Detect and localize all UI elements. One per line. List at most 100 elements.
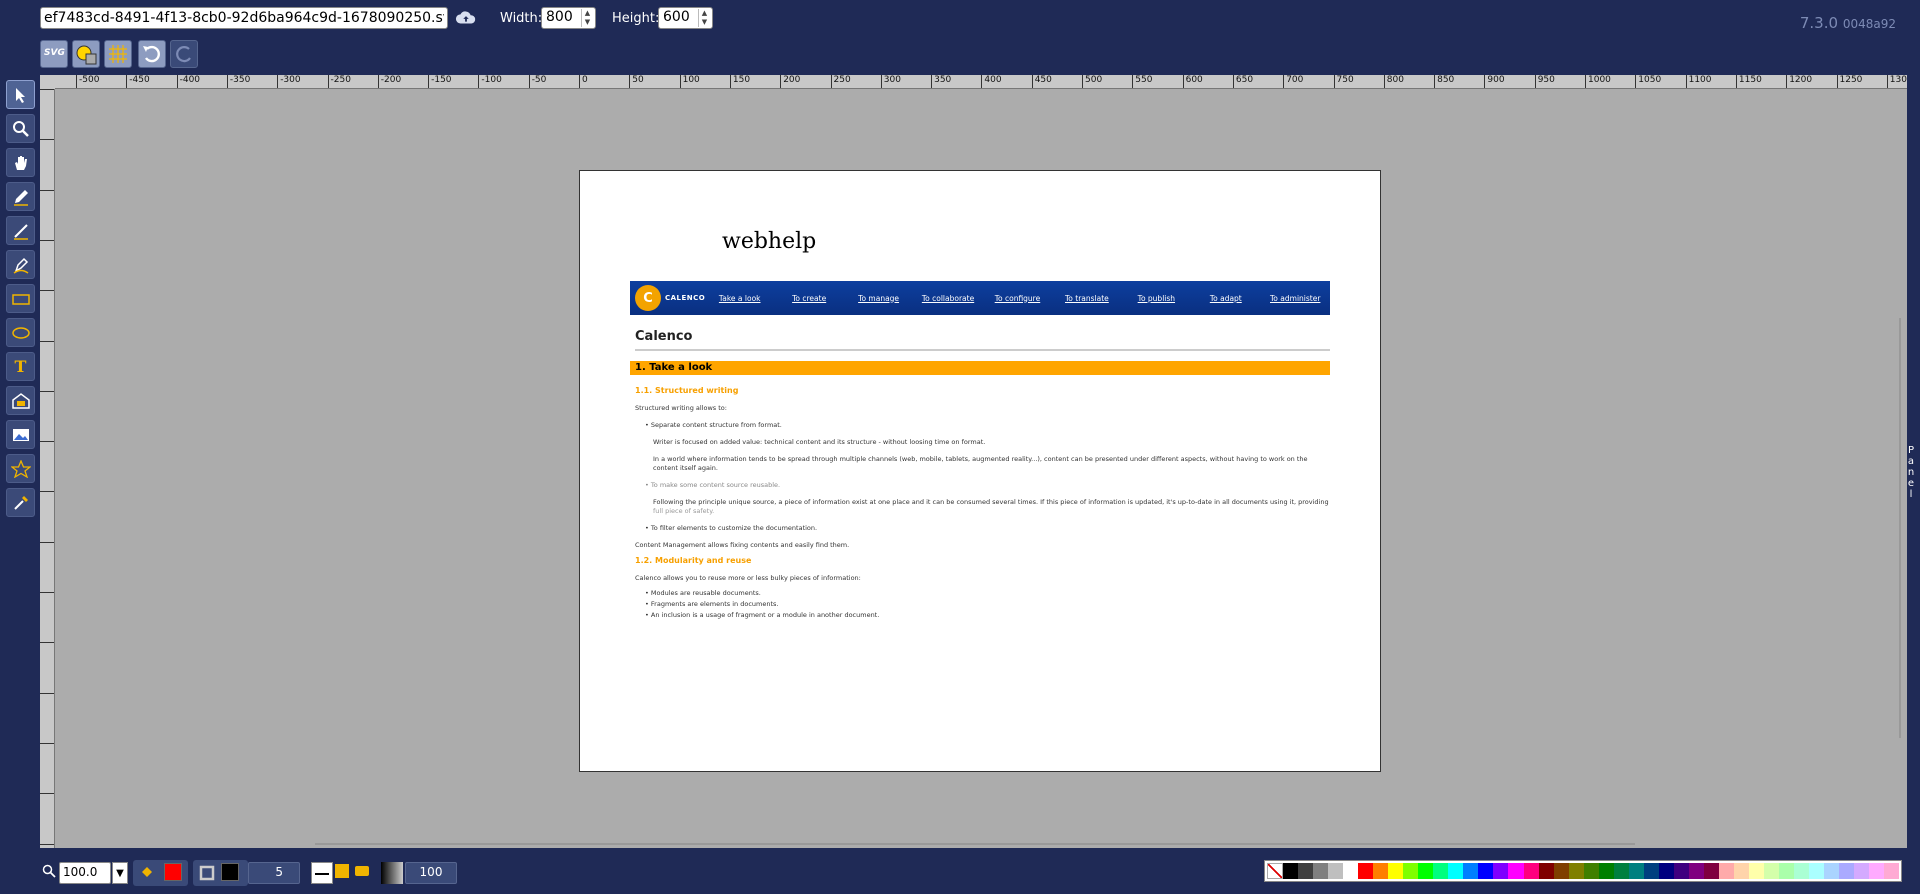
- palette-swatch[interactable]: [1298, 863, 1314, 879]
- palette-swatch[interactable]: [1358, 863, 1374, 879]
- wireframe-toggle[interactable]: [72, 40, 100, 68]
- bullet-fragments: Fragments are elements in documents.: [645, 600, 779, 608]
- path-tool[interactable]: [6, 250, 35, 279]
- palette-swatch[interactable]: [1688, 863, 1704, 879]
- rect-tool[interactable]: [6, 284, 35, 313]
- palette-swatch[interactable]: [1283, 863, 1299, 879]
- subsection-heading-1: 1.1. Structured writing: [635, 386, 739, 395]
- palette-swatch[interactable]: [1403, 863, 1419, 879]
- width-input[interactable]: 800 ▲ ▼: [541, 7, 596, 29]
- star-tool[interactable]: [6, 454, 35, 483]
- nav-link-to-manage[interactable]: To manage: [844, 294, 913, 303]
- pen-icon: [13, 257, 28, 274]
- palette-swatch[interactable]: [1568, 863, 1584, 879]
- palette-swatch[interactable]: [1598, 863, 1614, 879]
- line-tool[interactable]: [6, 216, 35, 245]
- undo-button[interactable]: [138, 40, 166, 68]
- ruler-tick: [40, 441, 54, 443]
- color-palette[interactable]: [1264, 860, 1902, 882]
- palette-swatch[interactable]: [1839, 863, 1855, 879]
- palette-swatch[interactable]: [1553, 863, 1569, 879]
- vertical-scrollbar[interactable]: [1899, 318, 1901, 738]
- palette-swatch[interactable]: [1433, 863, 1449, 879]
- stroke-swatch[interactable]: [221, 863, 239, 881]
- ellipse-tool[interactable]: [6, 318, 35, 347]
- nav-link-to-collaborate[interactable]: To collaborate: [913, 294, 982, 303]
- palette-swatch[interactable]: [1538, 863, 1554, 879]
- image-library-tool[interactable]: [6, 386, 35, 415]
- palette-swatch[interactable]: [1478, 863, 1494, 879]
- zoom-input[interactable]: 100.0: [59, 862, 111, 884]
- panel-toggle[interactable]: Panel: [1906, 445, 1916, 500]
- panel-letter: e: [1907, 478, 1915, 489]
- palette-swatch[interactable]: [1673, 863, 1689, 879]
- filename-input[interactable]: [40, 7, 448, 29]
- eyedropper-tool[interactable]: [6, 488, 35, 517]
- nav-link-to-adapt[interactable]: To adapt: [1191, 294, 1260, 303]
- nav-link-to-publish[interactable]: To publish: [1122, 294, 1191, 303]
- palette-swatch[interactable]: [1613, 863, 1629, 879]
- text-tool[interactable]: T: [6, 352, 35, 381]
- palette-swatch[interactable]: [1703, 863, 1719, 879]
- image-tool[interactable]: [6, 420, 35, 449]
- workarea[interactable]: webhelp C CALENCO Take a look To create …: [55, 89, 1907, 848]
- opacity-input[interactable]: 100: [405, 862, 457, 884]
- document-navbar[interactable]: C CALENCO Take a look To create To manag…: [630, 281, 1330, 315]
- nav-link-to-configure[interactable]: To configure: [983, 294, 1052, 303]
- palette-swatch[interactable]: [1748, 863, 1764, 879]
- palette-swatch[interactable]: [1373, 863, 1389, 879]
- ruler-tick-label: 1300: [1886, 75, 1907, 88]
- palette-swatch[interactable]: [1824, 863, 1840, 879]
- height-input[interactable]: 600 ▲ ▼: [658, 7, 713, 29]
- paragraph-world-cont: content itself again.: [653, 464, 718, 472]
- palette-swatch[interactable]: [1328, 863, 1344, 879]
- palette-swatch[interactable]: [1733, 863, 1749, 879]
- palette-none-swatch[interactable]: [1267, 863, 1283, 879]
- palette-swatch[interactable]: [1388, 863, 1404, 879]
- paragraph-following: Following the principle unique source, a…: [653, 498, 1329, 506]
- palette-swatch[interactable]: [1418, 863, 1434, 879]
- palette-swatch[interactable]: [1794, 863, 1810, 879]
- palette-swatch[interactable]: [1343, 863, 1359, 879]
- height-spinner[interactable]: ▲ ▼: [698, 9, 710, 27]
- svg-editor-button[interactable]: SVG: [40, 40, 68, 68]
- cloud-upload-icon[interactable]: [455, 8, 477, 28]
- palette-swatch[interactable]: [1493, 863, 1509, 879]
- palette-swatch[interactable]: [1463, 863, 1479, 879]
- linecap-icon[interactable]: [355, 866, 369, 876]
- stroke-style-dropdown[interactable]: [311, 862, 333, 884]
- palette-swatch[interactable]: [1523, 863, 1539, 879]
- zoom-tool[interactable]: [6, 114, 35, 143]
- palette-swatch[interactable]: [1658, 863, 1674, 879]
- fill-swatch[interactable]: [164, 863, 182, 881]
- document-title[interactable]: webhelp: [722, 229, 816, 254]
- palette-swatch[interactable]: [1643, 863, 1659, 879]
- palette-swatch[interactable]: [1779, 863, 1795, 879]
- pencil-tool[interactable]: [6, 182, 35, 211]
- redo-button[interactable]: [170, 40, 198, 68]
- stroke-width-input[interactable]: 5: [248, 862, 300, 884]
- palette-swatch[interactable]: [1583, 863, 1599, 879]
- zoom-dropdown[interactable]: ▼: [112, 862, 128, 884]
- palette-swatch[interactable]: [1448, 863, 1464, 879]
- palette-swatch[interactable]: [1764, 863, 1780, 879]
- select-tool[interactable]: [6, 80, 35, 109]
- palette-swatch[interactable]: [1809, 863, 1825, 879]
- palette-swatch[interactable]: [1869, 863, 1885, 879]
- palette-swatch[interactable]: [1508, 863, 1524, 879]
- width-spinner[interactable]: ▲ ▼: [581, 9, 593, 27]
- palette-swatch[interactable]: [1854, 863, 1870, 879]
- palette-swatch[interactable]: [1884, 863, 1900, 879]
- linejoin-icon[interactable]: [335, 864, 349, 878]
- palette-swatch[interactable]: [1718, 863, 1734, 879]
- palette-swatch[interactable]: [1313, 863, 1329, 879]
- nav-link-to-translate[interactable]: To translate: [1052, 294, 1121, 303]
- nav-link-to-administer[interactable]: To administer: [1261, 294, 1330, 303]
- grid-toggle[interactable]: [104, 40, 132, 68]
- palette-swatch[interactable]: [1628, 863, 1644, 879]
- pan-tool[interactable]: [6, 148, 35, 177]
- nav-link-take-a-look[interactable]: Take a look: [705, 294, 774, 303]
- svg-canvas[interactable]: webhelp C CALENCO Take a look To create …: [579, 170, 1381, 772]
- nav-link-to-create[interactable]: To create: [774, 294, 843, 303]
- horizontal-scrollbar[interactable]: [315, 843, 1635, 845]
